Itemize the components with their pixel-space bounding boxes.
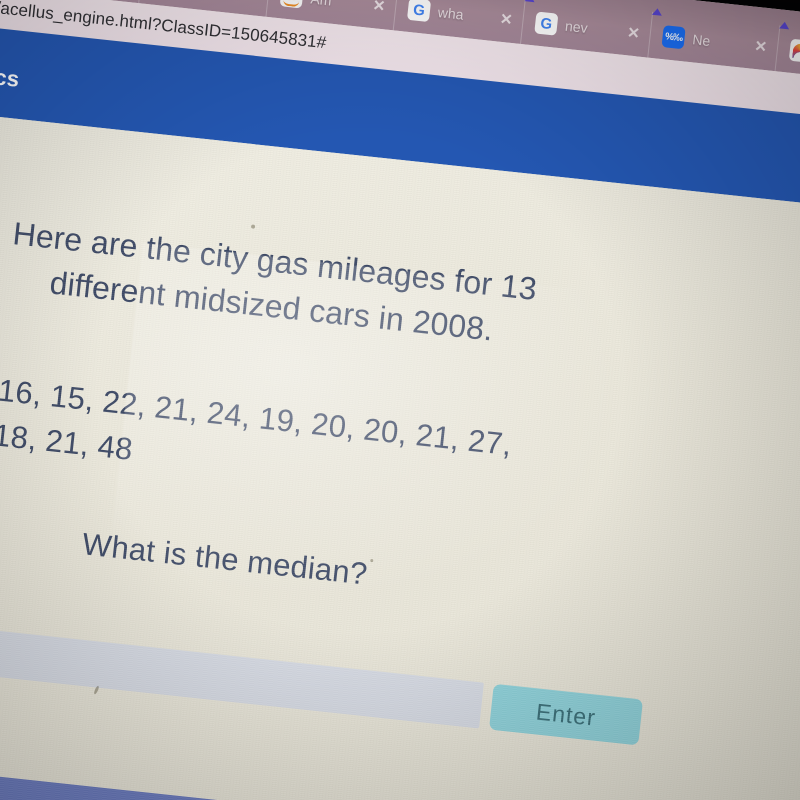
tab-title: wha (437, 4, 465, 23)
monitor-screen: ✓ ang ✕ ℞ 100 ✕ a Am ✕ a Am ✕ G wha (0, 0, 800, 800)
question-area: Here are the city gas mileages for 13 di… (0, 101, 800, 800)
answer-row: Enter (0, 603, 800, 778)
enter-button[interactable]: Enter (488, 683, 644, 746)
rainbow-arch-icon (788, 38, 800, 63)
question-stem: Here are the city gas mileages for 13 di… (6, 211, 712, 376)
screenshot-root: ✓ ang ✕ ℞ 100 ✕ a Am ✕ a Am ✕ G wha (0, 0, 800, 800)
close-icon[interactable]: ✕ (750, 36, 768, 56)
tab-title: nev (564, 17, 589, 36)
google-icon: G (534, 11, 559, 36)
question-data-values: 16, 15, 22, 21, 24, 19, 20, 20, 21, 27, … (0, 369, 697, 533)
close-icon[interactable]: ✕ (622, 23, 640, 42)
tab-title: Ne (691, 31, 712, 50)
taskbar-band (0, 753, 800, 800)
close-icon[interactable]: ✕ (241, 0, 259, 2)
tab-title: Am (310, 0, 362, 12)
close-icon[interactable]: ✕ (368, 0, 386, 15)
question-prompt: What is the median? (80, 526, 370, 592)
blue-square-icon: %‰ (661, 25, 686, 50)
answer-input[interactable] (0, 603, 484, 729)
google-icon: G (406, 0, 432, 23)
close-icon[interactable]: ✕ (495, 9, 513, 29)
amazon-icon: a (279, 0, 304, 9)
